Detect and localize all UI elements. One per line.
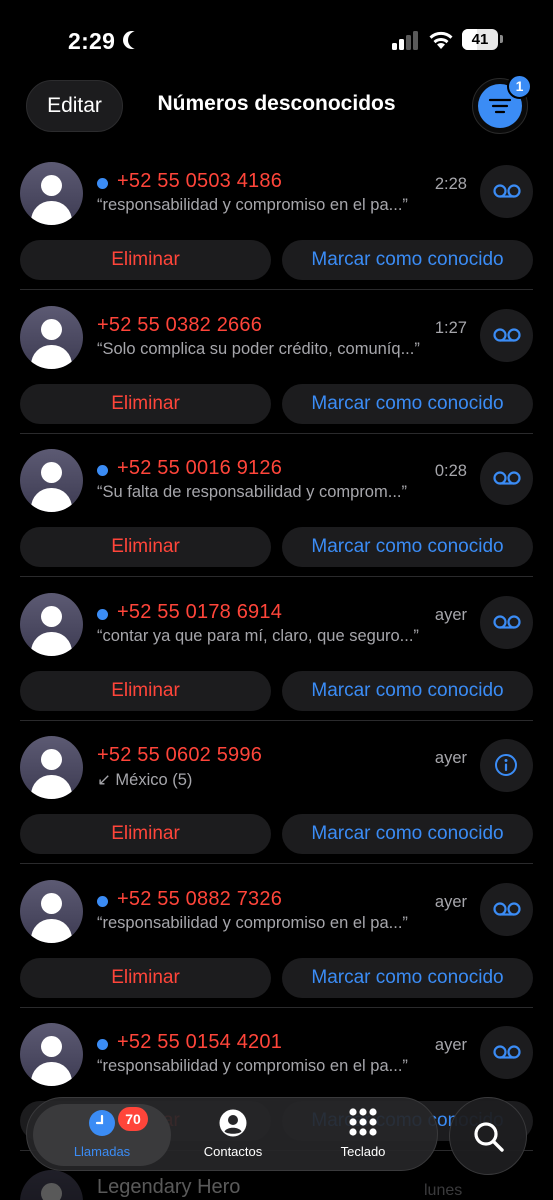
cellular-signal-icon bbox=[392, 30, 420, 50]
call-subtitle: “responsabilidad y compromiso en el pa..… bbox=[97, 196, 408, 214]
side-action-button[interactable] bbox=[480, 165, 533, 218]
missed-calls-badge: 70 bbox=[118, 1107, 148, 1131]
call-row-peek[interactable]: Legendary Hero lunes bbox=[0, 1170, 553, 1200]
delete-button[interactable]: Eliminar bbox=[20, 670, 271, 711]
voicemail-icon bbox=[493, 1045, 521, 1059]
contact-name: Legendary Hero bbox=[97, 1176, 241, 1198]
call-subtitle: “contar ya que para mí, claro, que segur… bbox=[97, 626, 419, 645]
call-subtitle: “responsabilidad y compromiso en el pa..… bbox=[97, 913, 408, 932]
call-row[interactable]: +52 55 0178 6914 “contar ya que para mí,… bbox=[0, 581, 553, 725]
mark-known-button[interactable]: Marcar como conocido bbox=[282, 527, 533, 567]
call-row[interactable]: +52 55 0882 7326 “responsabilidad y comp… bbox=[0, 868, 553, 1012]
tab-bar: 70 Llamadas Contactos Teclado bbox=[26, 1097, 438, 1171]
mark-known-button[interactable]: Marcar como conocido bbox=[282, 383, 533, 424]
caller-number: +52 55 0154 4201 bbox=[117, 1031, 283, 1053]
tab-label: Llamadas bbox=[73, 1144, 131, 1159]
caller-number: +52 55 0882 7326 bbox=[117, 887, 283, 910]
side-action-button[interactable] bbox=[480, 882, 533, 936]
voicemail-icon bbox=[493, 614, 521, 629]
caller-number: +52 55 0178 6914 bbox=[117, 600, 283, 623]
edit-button[interactable]: Editar bbox=[26, 80, 123, 132]
wifi-icon bbox=[429, 31, 453, 49]
mark-known-button[interactable]: Marcar como conocido bbox=[282, 670, 533, 711]
call-subtitle: ↙ México (5) bbox=[97, 771, 193, 789]
call-time: lunes bbox=[424, 1182, 463, 1199]
call-row[interactable]: +52 55 0016 9126 “Su falta de responsabi… bbox=[0, 437, 553, 581]
row-divider bbox=[20, 863, 533, 864]
voicemail-icon bbox=[493, 471, 521, 485]
call-subtitle: “responsabilidad y compromiso en el pa..… bbox=[97, 1057, 408, 1075]
voicemail-icon bbox=[493, 901, 521, 916]
tab-label: Teclado bbox=[340, 1144, 386, 1159]
delete-button[interactable]: Eliminar bbox=[20, 383, 271, 424]
caller-number: +52 55 0016 9126 bbox=[117, 457, 283, 479]
call-time: ayer bbox=[434, 1036, 467, 1054]
person-circle-icon bbox=[219, 1109, 247, 1137]
avatar bbox=[20, 592, 83, 656]
caller-number: +52 55 0382 2666 bbox=[97, 313, 263, 336]
unread-dot bbox=[97, 895, 108, 907]
avatar bbox=[20, 305, 83, 369]
unread-dot bbox=[97, 178, 108, 189]
call-time: ayer bbox=[434, 749, 467, 767]
voicemail-icon bbox=[493, 184, 521, 198]
call-time: 2:28 bbox=[434, 175, 467, 193]
avatar bbox=[20, 736, 83, 799]
filter-count-badge: 1 bbox=[507, 74, 532, 99]
unread-dot bbox=[97, 608, 108, 620]
avatar bbox=[20, 879, 83, 943]
clock-icon bbox=[89, 1110, 115, 1136]
side-action-button[interactable] bbox=[480, 452, 533, 505]
row-divider bbox=[20, 432, 533, 434]
side-action-button[interactable] bbox=[480, 1026, 533, 1079]
call-row[interactable]: +52 55 0602 5996 ↙ México (5) ayer Elimi… bbox=[0, 724, 553, 868]
tab-llamadas[interactable]: 70 Llamadas bbox=[33, 1104, 171, 1166]
mark-known-button[interactable]: Marcar como conocido bbox=[282, 957, 533, 998]
unread-dot bbox=[97, 465, 108, 476]
status-bar: 2:29 41 bbox=[0, 0, 553, 80]
battery-percent: 41 bbox=[471, 31, 489, 48]
avatar bbox=[20, 449, 83, 512]
call-subtitle: “Su falta de responsabilidad y comprom..… bbox=[97, 483, 407, 501]
unread-dot bbox=[97, 1039, 108, 1050]
call-row[interactable]: +52 55 0382 2666 “Solo complica su poder… bbox=[0, 294, 553, 438]
delete-button[interactable]: Eliminar bbox=[20, 957, 271, 998]
tab-label: Contactos bbox=[203, 1144, 263, 1159]
side-action-button[interactable] bbox=[480, 308, 533, 362]
caller-number: +52 55 0602 5996 bbox=[97, 744, 263, 766]
row-divider bbox=[20, 1006, 533, 1008]
avatar bbox=[20, 162, 83, 225]
side-action-button[interactable] bbox=[480, 595, 533, 649]
call-time: 1:27 bbox=[434, 318, 467, 337]
info-icon bbox=[495, 754, 517, 776]
delete-button[interactable]: Eliminar bbox=[20, 527, 271, 567]
call-row[interactable]: +52 55 0503 4186 “responsabilidad y comp… bbox=[0, 150, 553, 294]
row-divider bbox=[20, 576, 533, 577]
call-time: 0:28 bbox=[434, 462, 467, 480]
page-title: Números desconocidos bbox=[157, 92, 396, 115]
voicemail-icon bbox=[493, 327, 521, 342]
delete-button[interactable]: Eliminar bbox=[20, 814, 271, 854]
row-divider bbox=[20, 719, 533, 721]
status-time: 2:29 bbox=[68, 28, 116, 54]
delete-button[interactable]: Eliminar bbox=[20, 240, 271, 280]
focus-moon-icon bbox=[128, 31, 146, 49]
tab-contactos[interactable]: Contactos bbox=[183, 1104, 283, 1166]
search-icon bbox=[474, 1122, 504, 1152]
battery-indicator: 41 bbox=[462, 29, 498, 50]
call-time: ayer bbox=[434, 892, 467, 911]
mark-known-button[interactable]: Marcar como conocido bbox=[282, 240, 533, 280]
keypad-icon bbox=[349, 1108, 377, 1136]
avatar bbox=[20, 1023, 83, 1086]
mark-known-button[interactable]: Marcar como conocido bbox=[282, 814, 533, 854]
tab-teclado[interactable]: Teclado bbox=[313, 1104, 413, 1166]
battery-tip bbox=[500, 35, 503, 43]
avatar bbox=[20, 1170, 83, 1200]
row-divider bbox=[20, 289, 533, 290]
side-action-button[interactable] bbox=[480, 739, 533, 792]
call-time: ayer bbox=[434, 605, 467, 624]
caller-number: +52 55 0503 4186 bbox=[117, 170, 283, 192]
search-button[interactable] bbox=[449, 1097, 527, 1175]
call-subtitle: “Solo complica su poder crédito, comuníq… bbox=[97, 339, 420, 358]
